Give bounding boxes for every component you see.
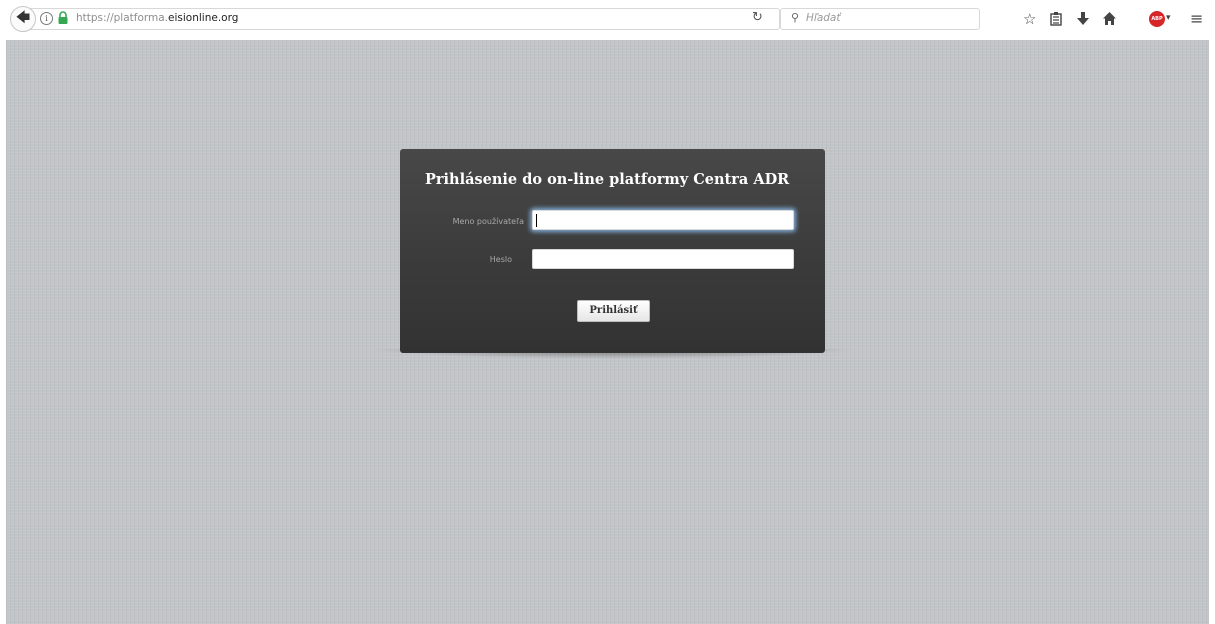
home-icon[interactable] bbox=[1103, 12, 1116, 25]
reload-icon[interactable]: ↻ bbox=[752, 10, 763, 25]
username-label: Meno používateľa bbox=[452, 217, 524, 226]
download-icon[interactable] bbox=[1077, 12, 1089, 26]
adblock-icon[interactable]: ABP bbox=[1149, 11, 1165, 27]
url-host: eisionline.org bbox=[168, 12, 239, 24]
url-text[interactable]: https://platforma.eisionline.org bbox=[76, 12, 238, 24]
menu-icon[interactable]: ≡ bbox=[1190, 10, 1203, 28]
text-caret bbox=[536, 214, 537, 227]
url-prefix: https://platforma. bbox=[76, 12, 169, 24]
lock-icon[interactable] bbox=[57, 11, 69, 25]
password-label: Heslo bbox=[489, 255, 512, 264]
adblock-dropdown-icon[interactable]: ▾ bbox=[1166, 13, 1171, 23]
login-title: Prihlásenie do on-line platformy Centra … bbox=[425, 171, 790, 188]
browser-toolbar: 🡄 i https://platforma.eisionline.org ↻ ⚲… bbox=[0, 0, 1215, 40]
info-icon[interactable]: i bbox=[40, 12, 53, 25]
password-field[interactable] bbox=[532, 249, 794, 269]
search-placeholder: Hľadať bbox=[806, 12, 841, 24]
username-field[interactable] bbox=[532, 210, 794, 230]
reading-list-icon[interactable] bbox=[1050, 12, 1062, 26]
back-arrow-icon: 🡄 bbox=[15, 10, 31, 26]
login-button[interactable]: Prihlásiť bbox=[577, 300, 650, 322]
browser-window: 🡄 i https://platforma.eisionline.org ↻ ⚲… bbox=[0, 0, 1215, 624]
search-icon: ⚲ bbox=[791, 11, 800, 24]
back-button[interactable]: 🡄 bbox=[10, 6, 36, 32]
bookmark-star-icon[interactable]: ☆ bbox=[1023, 10, 1036, 28]
